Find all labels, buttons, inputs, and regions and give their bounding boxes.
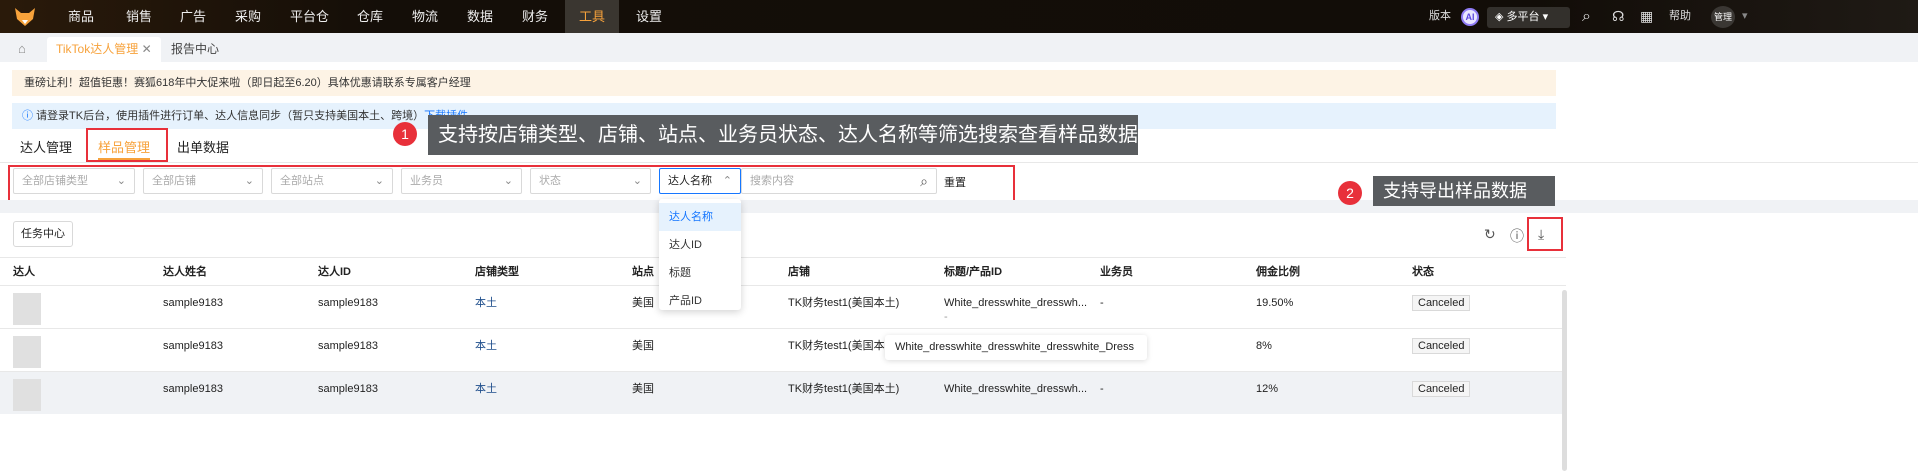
nav-data[interactable]: 数据 xyxy=(453,0,507,33)
cell-title: White_dresswhite_dresswh... xyxy=(944,297,1088,309)
dropdown-option[interactable]: 达人ID xyxy=(659,231,741,259)
cell-id: sample9183 xyxy=(318,297,378,309)
tab-bar: ⌂ TikTok达人管理 ✕ 报告中心 xyxy=(0,33,1918,62)
cell-rate: 12% xyxy=(1256,383,1279,395)
cell-title: White_dresswhite_dresswh... xyxy=(944,383,1088,395)
help-link[interactable]: 帮助 xyxy=(1669,0,1691,33)
cell-id: sample9183 xyxy=(318,383,378,395)
home-icon[interactable]: ⌂ xyxy=(18,41,26,56)
cell-shop: TK财务test1(美国本土) xyxy=(788,340,900,352)
cell-type: 本土 xyxy=(475,383,497,395)
nav-finance[interactable]: 财务 xyxy=(508,0,562,33)
col-header: 店铺 xyxy=(788,266,810,278)
status-badge: Canceled xyxy=(1412,381,1471,397)
cell-salesman: - xyxy=(1100,297,1104,309)
cell-site: 美国 xyxy=(632,340,654,352)
title-tooltip: White_dresswhite_dresswhite_dresswhite_D… xyxy=(885,335,1147,360)
version-link[interactable]: 版本 xyxy=(1429,0,1451,33)
user-avatar[interactable]: 管理 xyxy=(1711,6,1735,28)
status-badge: Canceled xyxy=(1412,338,1471,354)
cell-name: sample9183 xyxy=(163,340,223,352)
nav-ads[interactable]: 广告 xyxy=(166,0,220,33)
nav-settings[interactable]: 设置 xyxy=(622,0,676,33)
tab-tiktok-creators[interactable]: TikTok达人管理 ✕ xyxy=(47,37,161,62)
subtab-orders[interactable]: 出单数据 xyxy=(177,137,229,156)
layers-icon: ◈ xyxy=(1495,11,1507,23)
cell-type: 本土 xyxy=(475,340,497,352)
scrollbar[interactable] xyxy=(1562,290,1567,471)
info-text: 请登录TK后台，使用插件进行订单、达人信息同步（暂只支持美国本土、跨境） xyxy=(36,110,425,122)
cell-shop: TK财务test1(美国本土) xyxy=(788,297,900,309)
divider xyxy=(0,257,1566,258)
top-nav: 商品 销售 广告 采购 平台仓 仓库 物流 数据 财务 工具 设置 版本 AI … xyxy=(0,0,1918,33)
logo-icon xyxy=(15,8,35,26)
col-header: 业务员 xyxy=(1100,266,1133,278)
cell-salesman: - xyxy=(1100,383,1104,395)
col-header: 达人 xyxy=(13,266,35,278)
cell-id: sample9183 xyxy=(318,340,378,352)
nav-platform-wh[interactable]: 平台仓 xyxy=(276,0,343,33)
apps-icon[interactable]: ▦ xyxy=(1640,0,1653,33)
cell-shop: TK财务test1(美国本土) xyxy=(788,383,900,395)
table-row[interactable] xyxy=(0,328,1566,371)
callout-number: 1 xyxy=(393,122,417,146)
platform-select[interactable]: ◈ 多平台 ▾ xyxy=(1487,7,1570,28)
callout-number: 2 xyxy=(1338,181,1362,205)
cell-site: 美国 xyxy=(632,383,654,395)
task-center-button[interactable]: 任务中心 xyxy=(13,221,73,247)
cell-name: sample9183 xyxy=(163,297,223,309)
nav-goods[interactable]: 商品 xyxy=(54,0,108,33)
creator-avatar xyxy=(13,336,41,368)
dropdown-option[interactable]: 达人名称 xyxy=(659,203,741,231)
creator-avatar xyxy=(13,293,41,325)
search-field-dropdown: 达人名称 达人ID 标题 产品ID xyxy=(659,199,741,310)
status-badge: Canceled xyxy=(1412,295,1471,311)
highlight-box xyxy=(1527,217,1563,251)
nav-purchase[interactable]: 采购 xyxy=(221,0,275,33)
dropdown-option[interactable]: 标题 xyxy=(659,259,741,287)
search-icon[interactable]: ⌕ xyxy=(1582,0,1591,33)
refresh-icon[interactable]: ↻ xyxy=(1484,226,1496,243)
headset-icon[interactable]: ☊ xyxy=(1612,0,1624,33)
table-row[interactable] xyxy=(0,371,1566,414)
help-circle-icon[interactable]: ⓘ xyxy=(1510,226,1524,246)
col-header: 状态 xyxy=(1412,266,1434,278)
cell-type: 本土 xyxy=(475,297,497,309)
close-icon[interactable]: ✕ xyxy=(142,42,152,56)
col-header: 达人姓名 xyxy=(163,266,207,278)
col-header: 标题/产品ID xyxy=(944,266,1003,278)
cell-rate: 8% xyxy=(1256,340,1272,352)
col-header: 佣金比例 xyxy=(1256,266,1300,278)
caret-down-icon: ▾ xyxy=(1539,11,1549,23)
callout-filter: 支持按店铺类型、店铺、站点、业务员状态、达人名称等筛选搜索查看样品数据 xyxy=(428,115,1138,155)
callout-export: 支持导出样品数据 xyxy=(1373,176,1555,206)
col-header: 站点 xyxy=(632,266,654,278)
subtab-creators[interactable]: 达人管理 xyxy=(20,137,72,156)
creator-avatar xyxy=(13,379,41,411)
divider xyxy=(0,162,1918,163)
cell-site: 美国 xyxy=(632,297,654,309)
table-row[interactable] xyxy=(0,285,1566,328)
caret-down-icon[interactable]: ▾ xyxy=(1742,0,1748,33)
nav-sales[interactable]: 销售 xyxy=(112,0,166,33)
cell-rate: 19.50% xyxy=(1256,297,1294,309)
cell-product-id: - xyxy=(944,311,948,323)
tab-report-center[interactable]: 报告中心 xyxy=(162,37,228,62)
tab-label: TikTok达人管理 xyxy=(56,42,139,56)
nav-tools[interactable]: 工具 xyxy=(565,0,620,33)
dropdown-option[interactable]: 产品ID xyxy=(659,287,741,315)
promo-banner: 重磅让利！超值钜惠！赛狐618年中大促来啦（即日起至6.20）具体优惠请联系专属… xyxy=(12,70,1556,96)
info-icon: ⓘ xyxy=(22,110,37,122)
nav-warehouse[interactable]: 仓库 xyxy=(343,0,397,33)
section-divider xyxy=(0,200,1918,213)
highlight-box xyxy=(86,128,168,162)
platform-label: 多平台 xyxy=(1506,11,1540,23)
cell-name: sample9183 xyxy=(163,383,223,395)
col-header: 店铺类型 xyxy=(475,266,519,278)
ai-button[interactable]: AI xyxy=(1461,8,1479,26)
nav-logistics[interactable]: 物流 xyxy=(398,0,452,33)
col-header: 达人ID xyxy=(318,266,351,278)
